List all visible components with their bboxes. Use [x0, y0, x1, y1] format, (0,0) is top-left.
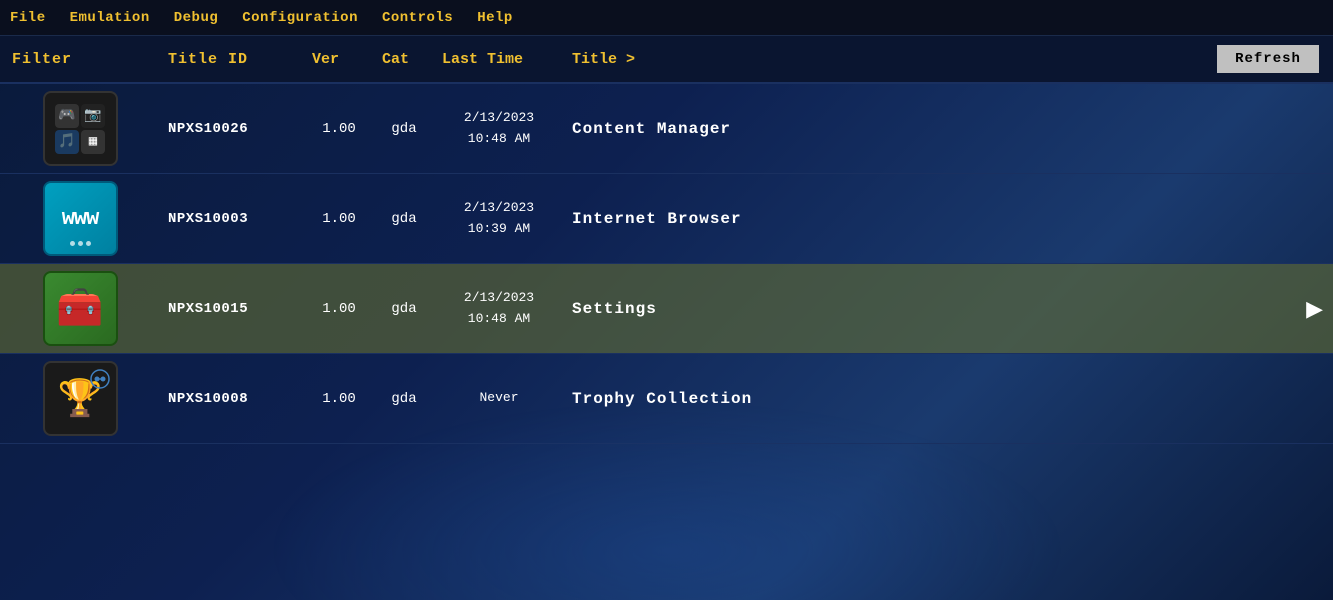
icon-internet-browser: www: [0, 181, 160, 256]
menubar: File Emulation Debug Configuration Contr…: [0, 0, 1333, 36]
menu-help[interactable]: Help: [477, 10, 513, 26]
row-cat-trophy: gda: [374, 391, 434, 407]
row-cat-content-manager: gda: [374, 121, 434, 137]
row-title-trophy: Trophy Collection: [564, 390, 1333, 408]
row-trophy-collection[interactable]: 🏆 NPXS10008 1.00 gda Never Tr: [0, 354, 1333, 444]
row-lasttime-trophy: Never: [434, 388, 564, 409]
icon-content-manager: 🎮 📷 🎵 ▦: [0, 91, 160, 166]
col-titleid-header: Title ID: [160, 51, 304, 68]
col-refresh-area: Refresh: [1203, 45, 1333, 73]
col-filter-header: Filter: [0, 51, 160, 68]
col-lasttime-header: Last Time: [434, 51, 564, 68]
row-ver-internet-browser: 1.00: [304, 211, 374, 227]
row-titleid-internet-browser: NPXS10003: [160, 211, 304, 227]
row-settings[interactable]: 🧰 NPXS10015 1.00 gda 2/13/2023 10:48 AM …: [0, 264, 1333, 354]
row-content-manager[interactable]: 🎮 📷 🎵 ▦ NPXS10026 1.00 gda 2/13/2023 10:…: [0, 84, 1333, 174]
row-ver-trophy: 1.00: [304, 391, 374, 407]
icon-trophy-collection: 🏆: [0, 361, 160, 436]
menu-emulation[interactable]: Emulation: [70, 10, 150, 26]
row-title-settings: Settings: [564, 300, 1333, 318]
refresh-button[interactable]: Refresh: [1217, 45, 1319, 73]
menu-debug[interactable]: Debug: [174, 10, 219, 26]
row-titleid-settings: NPXS10015: [160, 301, 304, 317]
col-cat-header: Cat: [374, 51, 434, 68]
menu-configuration[interactable]: Configuration: [242, 10, 358, 26]
row-lasttime-internet-browser: 2/13/2023 10:39 AM: [434, 198, 564, 240]
row-ver-settings: 1.00: [304, 301, 374, 317]
icon-settings: 🧰: [0, 271, 160, 346]
main-content: Filter Title ID Ver Cat Last Time Title …: [0, 36, 1333, 600]
menu-controls[interactable]: Controls: [382, 10, 453, 26]
rows-container: 🎮 📷 🎵 ▦ NPXS10026 1.00 gda 2/13/2023 10:…: [0, 84, 1333, 600]
row-titleid-trophy: NPXS10008: [160, 391, 304, 407]
row-ver-content-manager: 1.00: [304, 121, 374, 137]
row-lasttime-settings: 2/13/2023 10:48 AM: [434, 288, 564, 330]
row-internet-browser[interactable]: www NPXS10003 1.00 gda 2/13/2023 10:39 A…: [0, 174, 1333, 264]
menu-file[interactable]: File: [10, 10, 46, 26]
row-titleid-content-manager: NPXS10026: [160, 121, 304, 137]
row-title-content-manager: Content Manager: [564, 120, 1333, 138]
row-cat-internet-browser: gda: [374, 211, 434, 227]
col-ver-header: Ver: [304, 51, 374, 68]
row-lasttime-content-manager: 2/13/2023 10:48 AM: [434, 108, 564, 150]
row-title-internet-browser: Internet Browser: [564, 210, 1333, 228]
selected-row-arrow: ▶: [1306, 291, 1323, 326]
col-title-header: Title >: [564, 51, 1203, 68]
row-cat-settings: gda: [374, 301, 434, 317]
column-headers: Filter Title ID Ver Cat Last Time Title …: [0, 36, 1333, 84]
